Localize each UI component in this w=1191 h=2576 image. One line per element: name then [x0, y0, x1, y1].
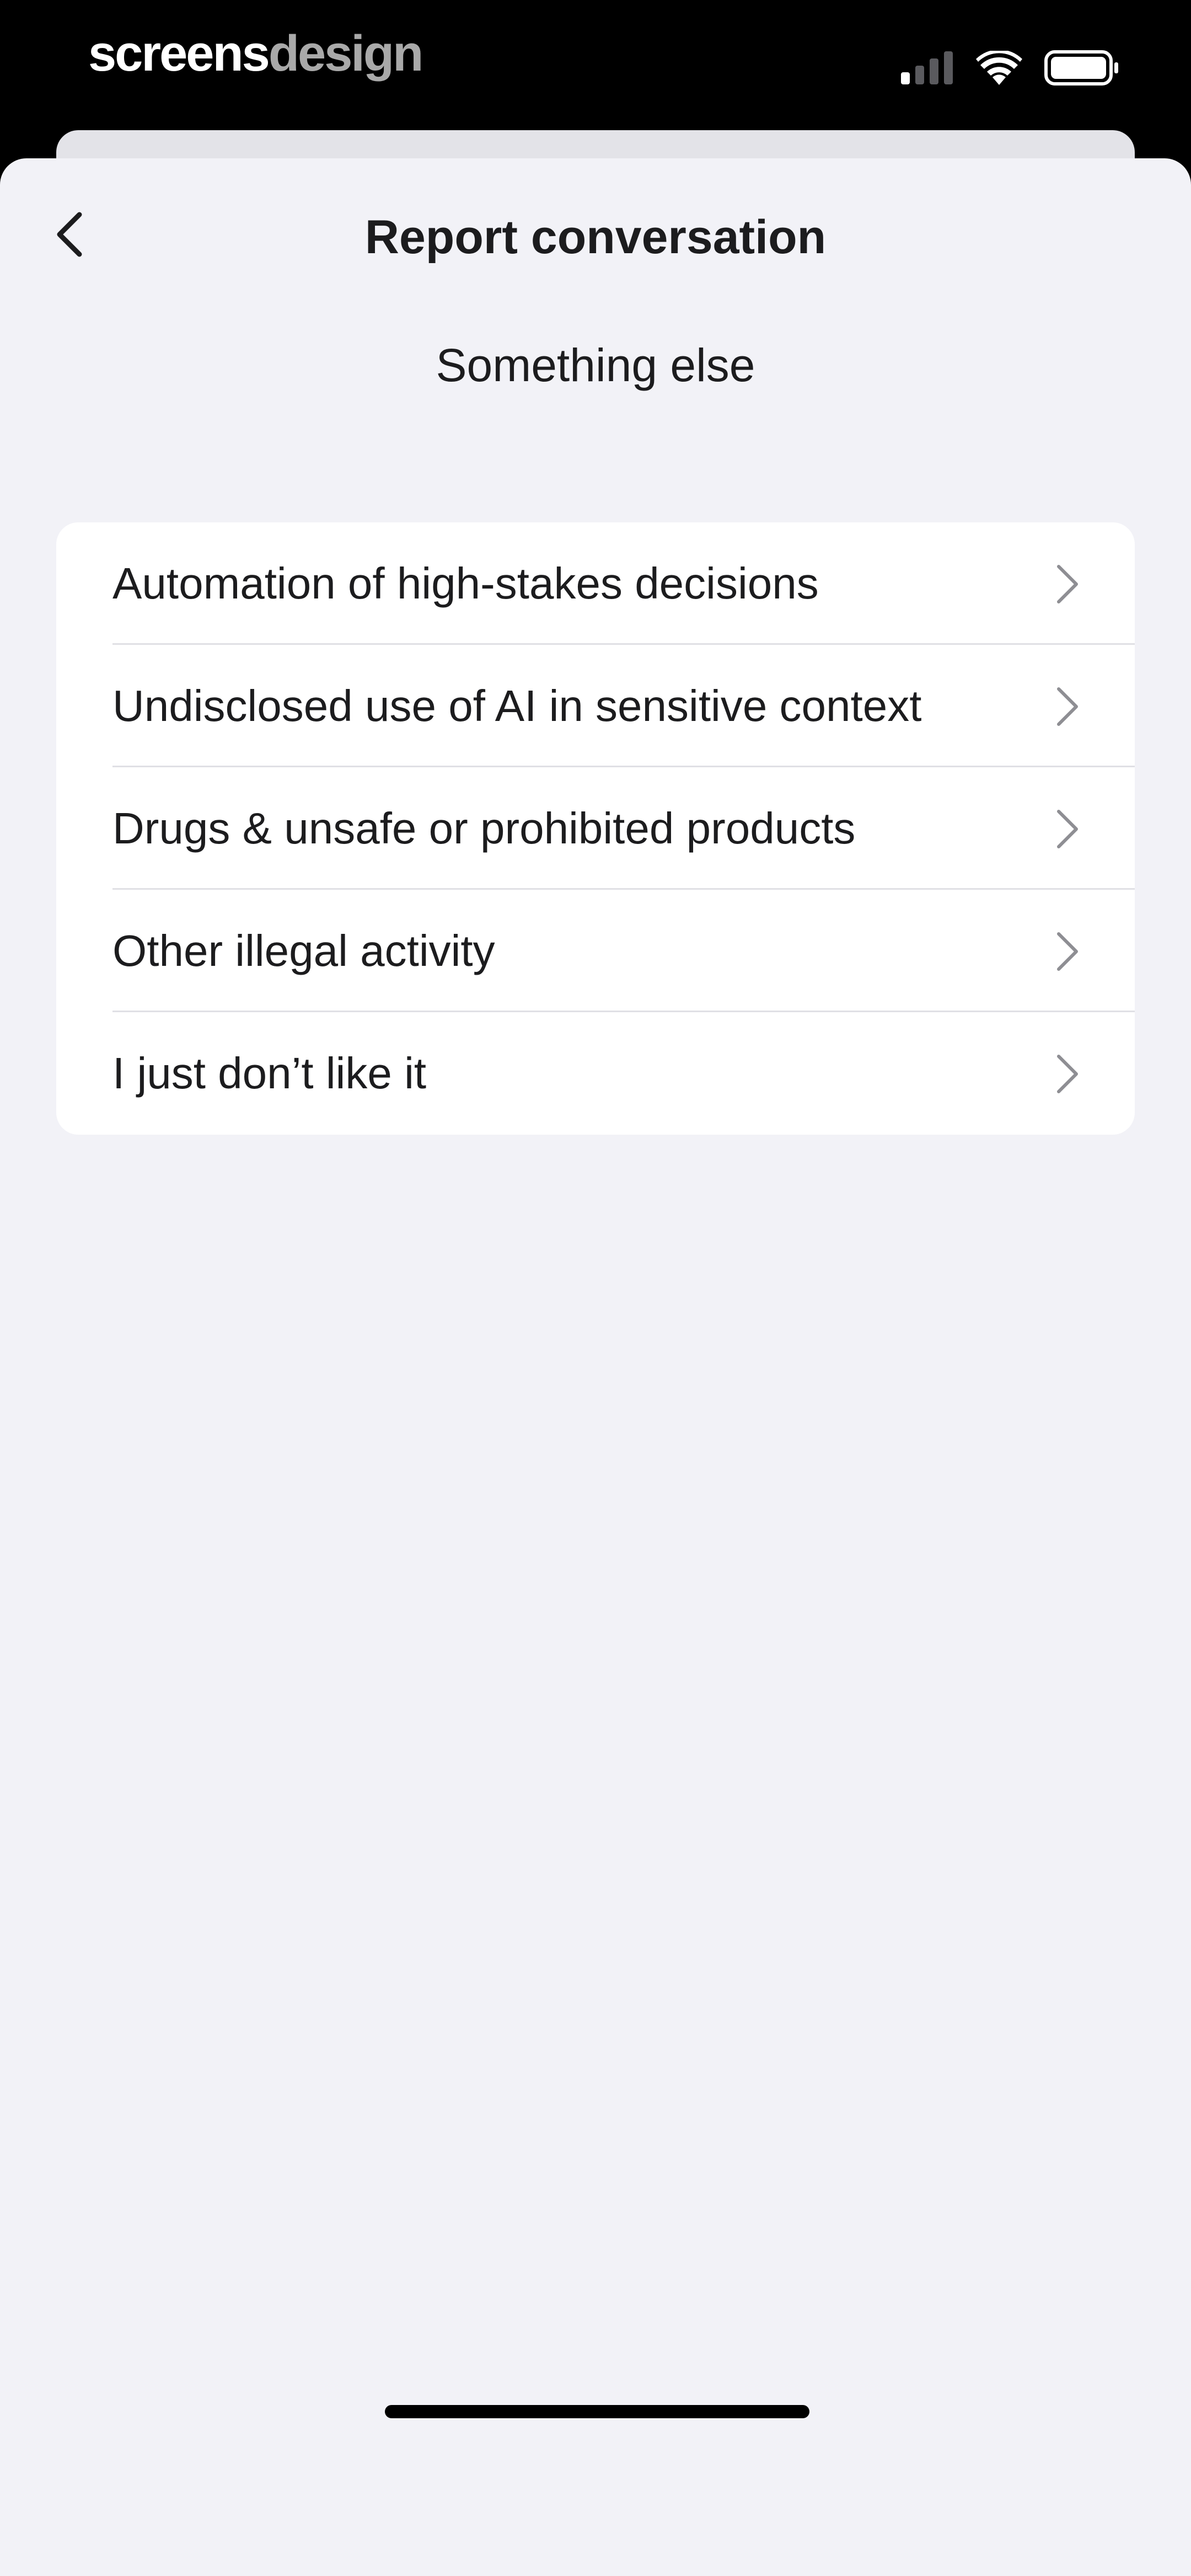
watermark-part-1: screens: [88, 25, 270, 82]
option-label: Drugs & unsafe or prohibited products: [112, 804, 856, 853]
chevron-right-icon: [1057, 810, 1078, 848]
cellular-signal-icon: [901, 51, 954, 84]
status-bar: screensdesign: [0, 0, 1191, 132]
chevron-right-icon: [1057, 687, 1078, 726]
option-label: Other illegal activity: [112, 926, 495, 975]
list-item[interactable]: Other illegal activity: [56, 890, 1135, 1012]
home-indicator[interactable]: [385, 2405, 809, 2418]
section-subtitle: Something else: [436, 339, 755, 391]
list-item[interactable]: Undisclosed use of AI in sensitive conte…: [56, 645, 1135, 767]
option-label: I just don’t like it: [112, 1049, 427, 1098]
chevron-right-icon: [1057, 932, 1078, 971]
screensdesign-watermark: screensdesign: [88, 23, 423, 84]
chevron-right-icon: [1057, 565, 1078, 603]
chevron-right-icon: [1057, 1055, 1078, 1093]
battery-icon: [1044, 50, 1119, 85]
watermark-part-2: design: [268, 25, 423, 82]
list-item[interactable]: Automation of high-stakes decisions: [56, 522, 1135, 645]
report-sheet: Report conversation Something else Autom…: [0, 158, 1191, 2576]
option-label: Automation of high-stakes decisions: [112, 559, 819, 608]
list-item[interactable]: I just don’t like it: [56, 1012, 1135, 1135]
report-options-list: Automation of high-stakes decisions Undi…: [56, 522, 1135, 1135]
page-title: Report conversation: [364, 211, 827, 264]
wifi-icon: [976, 51, 1022, 85]
status-icons: [901, 50, 1119, 86]
list-item[interactable]: Drugs & unsafe or prohibited products: [56, 767, 1135, 890]
option-label: Undisclosed use of AI in sensitive conte…: [112, 681, 922, 730]
navigation-bar: Report conversation: [0, 158, 1191, 313]
